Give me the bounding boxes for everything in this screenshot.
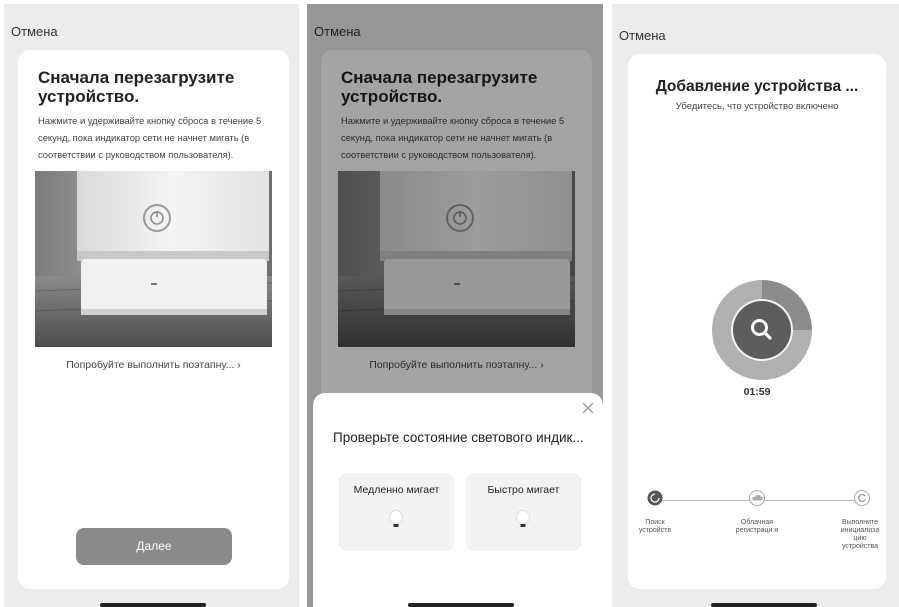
next-button[interactable]: Далее <box>76 528 232 565</box>
refresh-icon <box>854 490 870 506</box>
close-icon[interactable] <box>581 401 595 415</box>
indicator-sheet: Проверьте состояние светового индик... М… <box>313 393 603 607</box>
page-title: Добавление устройства ... <box>655 78 859 95</box>
cancel-link[interactable]: Отмена <box>11 24 58 39</box>
reset-card: Сначала перезагрузите устройство. Нажмит… <box>18 50 289 589</box>
bulb-icon <box>389 510 403 527</box>
cloud-icon <box>749 490 765 506</box>
step-label: Облачная регистраци я <box>735 519 779 534</box>
home-indicator <box>711 603 817 607</box>
device-photo <box>35 171 272 347</box>
option-label: Медленно мигает <box>353 484 440 496</box>
progress-card: Добавление устройства ... Убедитесь, что… <box>628 54 886 589</box>
step-label: Выполните инициализа цию устройства <box>840 519 880 550</box>
search-progress-ring <box>712 280 812 380</box>
screen-reset-device: Отмена Сначала перезагрузите устройство.… <box>4 4 299 607</box>
reset-instructions: Нажмите и удерживайте кнопку сброса в те… <box>38 115 262 160</box>
countdown-timer: 01:59 <box>743 386 771 398</box>
option-label: Быстро мигает <box>487 484 560 496</box>
screen-indicator-check: Отмена Сначала перезагрузите устройство.… <box>307 4 603 607</box>
search-step-icon <box>647 490 663 506</box>
home-indicator <box>408 603 514 607</box>
page-title: Сначала перезагрузите устройство. <box>38 68 235 106</box>
progress-steps: Поиск устройств Облачная регистраци я Вы… <box>628 490 886 589</box>
fast-blink-option[interactable]: Быстро мигает <box>466 473 581 551</box>
screen-adding-device: Отмена Добавление устройства ... Убедите… <box>612 4 899 607</box>
step-label: Поиск устройств <box>638 519 672 534</box>
page-subtitle: Убедитесь, что устройство включено <box>675 101 839 112</box>
step-by-step-link[interactable]: Попробуйте выполнить поэтапну... › <box>18 359 289 371</box>
bulb-icon <box>516 510 530 527</box>
home-indicator <box>100 603 206 607</box>
sheet-title: Проверьте состояние светового индик... <box>333 430 584 445</box>
cancel-link[interactable]: Отмена <box>619 28 666 43</box>
slow-blink-option[interactable]: Медленно мигает <box>339 473 454 551</box>
